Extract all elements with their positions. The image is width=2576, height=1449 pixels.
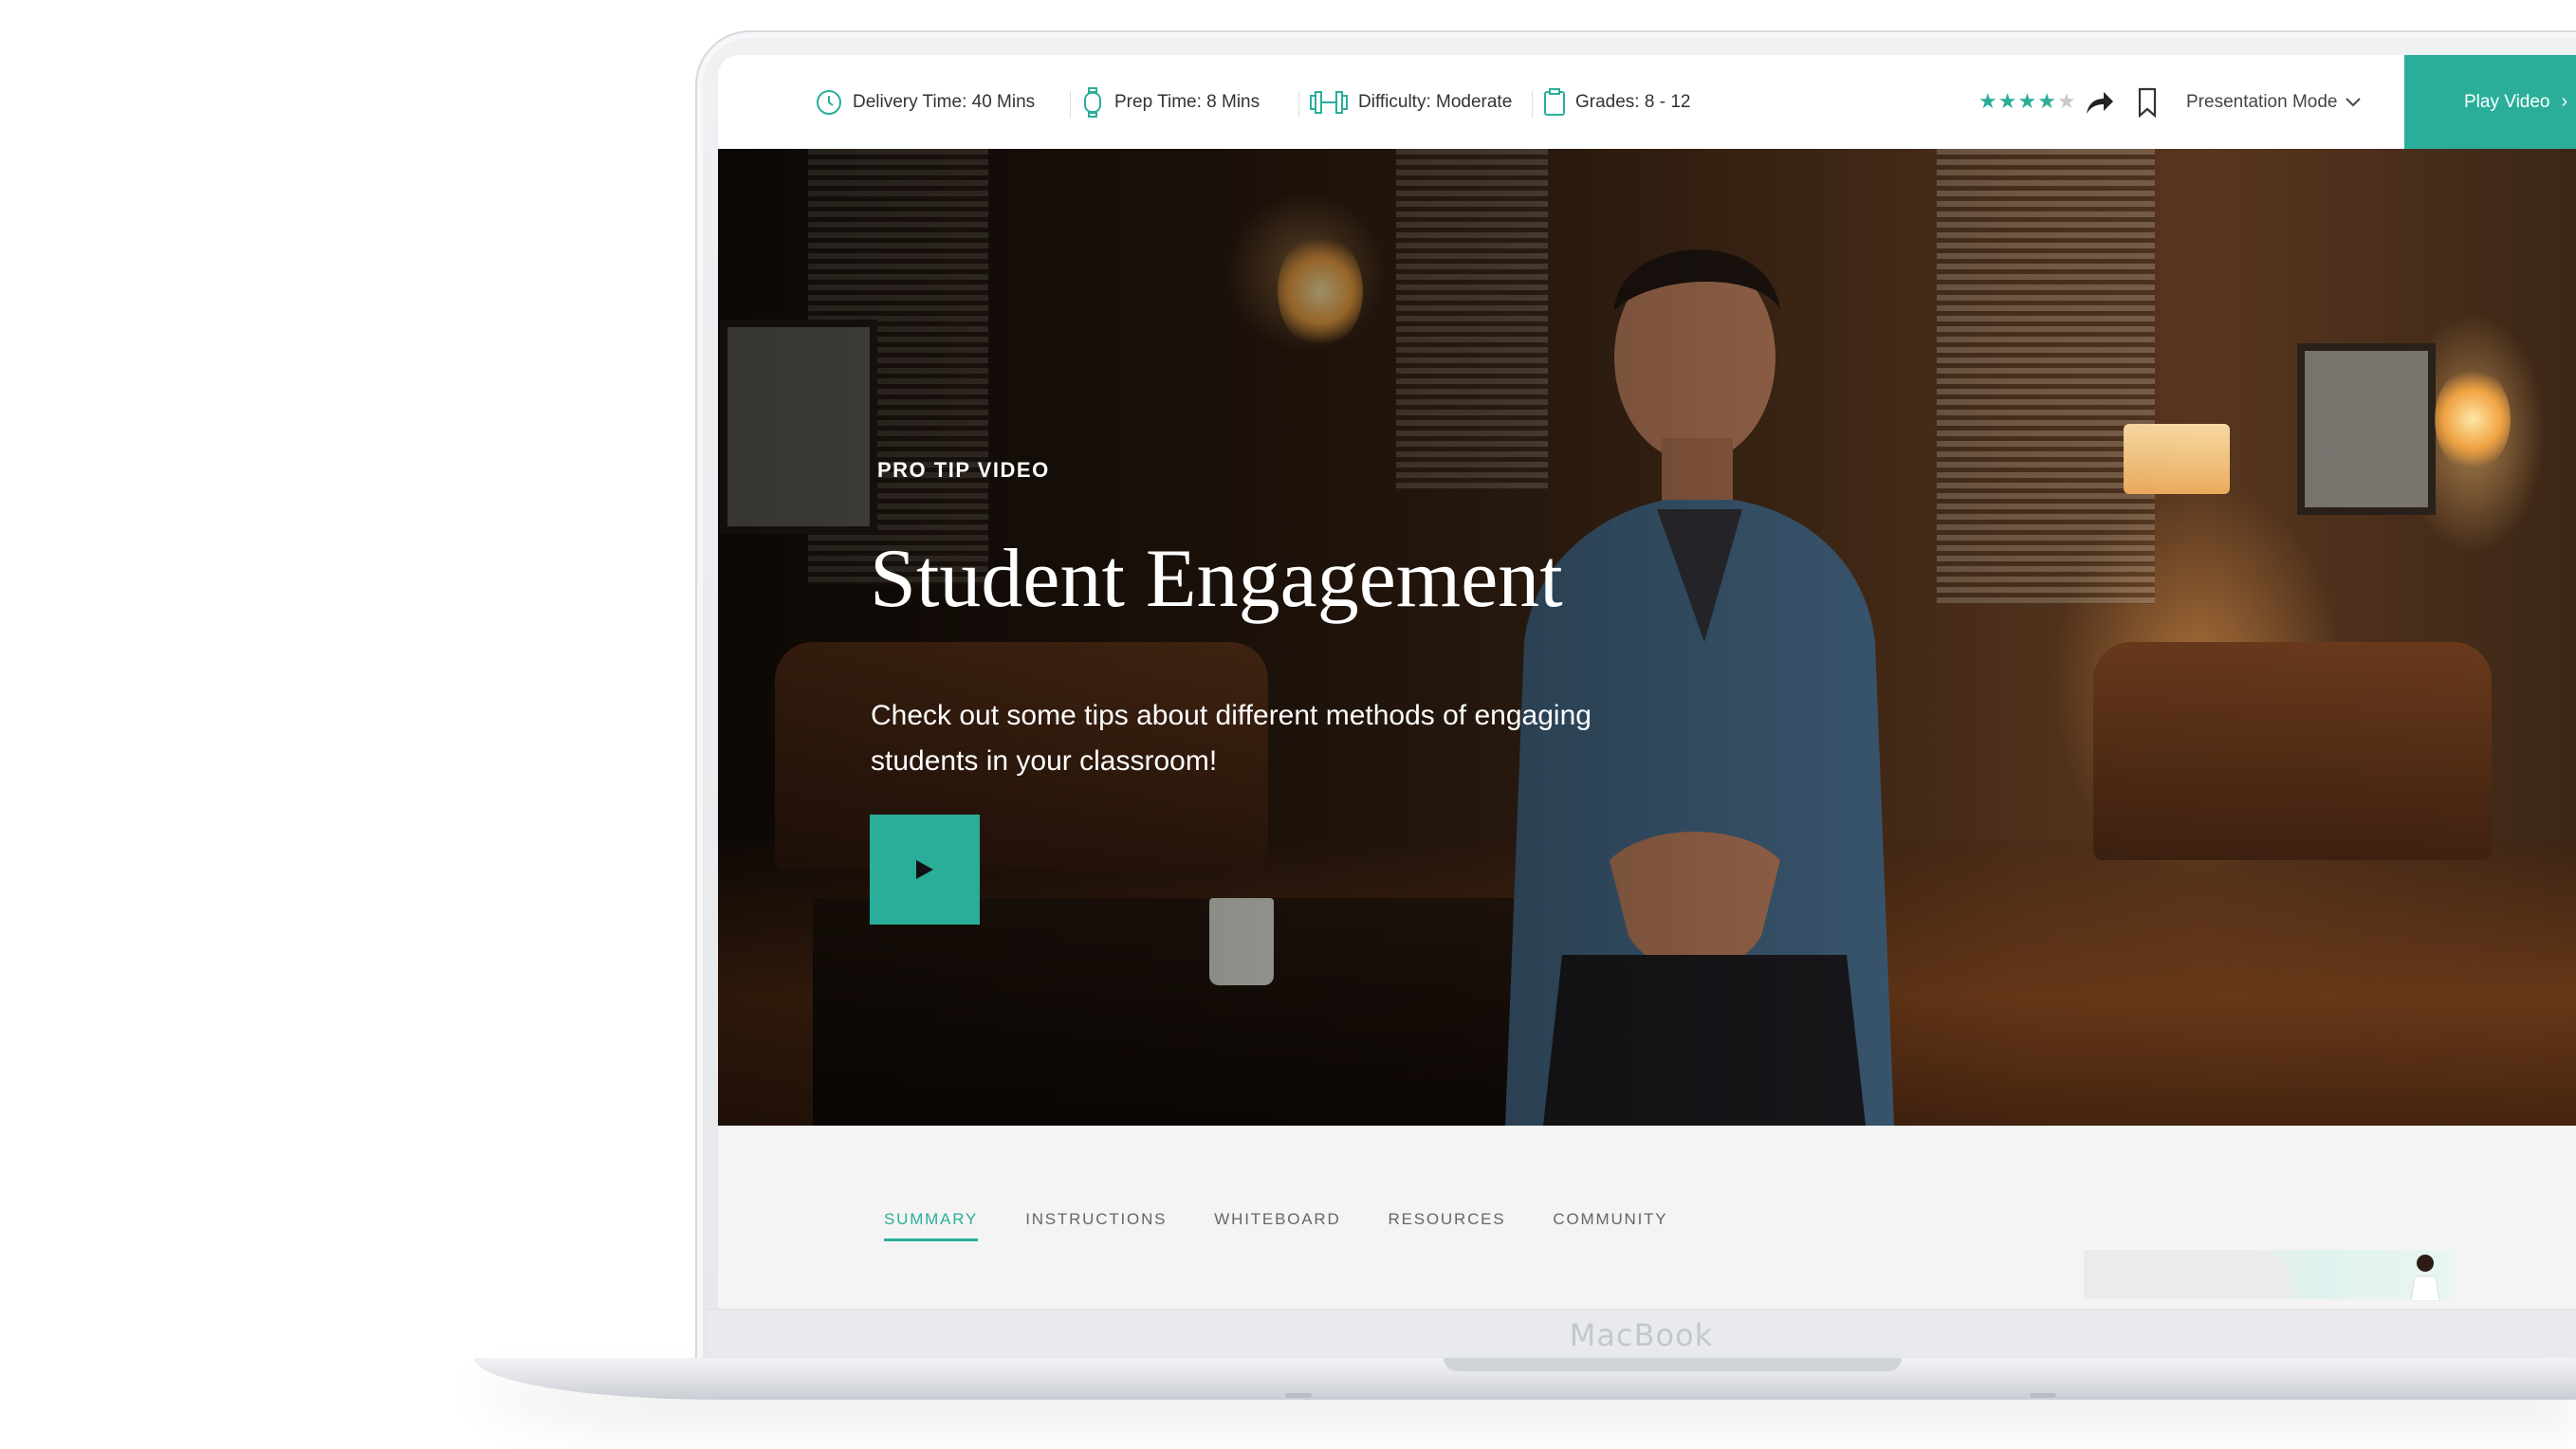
hero-gradient-overlay [718,149,2576,1126]
presentation-mode-label: Presentation Mode [2186,91,2338,112]
illustration-person-icon [2410,1255,2440,1301]
divider [1298,91,1299,118]
grades-label: Grades: 8 - 12 [1575,91,1691,112]
device-brand-label: MacBook [1569,1317,1714,1353]
grades: Grades: 8 - 12 [1543,55,1690,149]
hero-play-button[interactable] [870,815,980,925]
share-icon[interactable] [2085,89,2115,120]
dumbbell-icon [1309,88,1349,117]
chevron-right-icon: › [2561,91,2568,112]
star-empty-icon: ★ [2056,89,2076,113]
laptop-foot [1285,1393,1312,1398]
difficulty: Difficulty: Moderate [1309,55,1512,149]
delivery-time: Delivery Time: 40 Mins [815,55,1035,149]
play-video-label: Play Video [2464,91,2550,112]
divider [1532,91,1533,118]
hero-title: Student Engagement [870,533,1563,625]
hero-video-banner[interactable]: PRO TIP VIDEO Student Engagement Check o… [718,149,2576,1126]
star-icon: ★ [2017,89,2037,113]
difficulty-label: Difficulty: Moderate [1358,91,1513,112]
stopwatch-icon [1080,86,1105,118]
play-icon [916,860,933,879]
tab-instructions[interactable]: INSTRUCTIONS [1025,1210,1167,1241]
star-icon: ★ [1997,89,2017,113]
delivery-time-label: Delivery Time: 40 Mins [853,91,1036,112]
clipboard-icon [1543,87,1566,117]
hero-eyebrow: PRO TIP VIDEO [877,458,1050,482]
divider [1070,91,1071,118]
tab-resources[interactable]: RESOURCES [1389,1210,1506,1241]
lesson-meta-bar: Delivery Time: 40 Mins Prep Time: 8 Mins… [718,55,2576,150]
tab-community[interactable]: COMMUNITY [1553,1210,1667,1241]
rating-stars[interactable]: ★ ★ ★ ★ ★ [1978,89,2076,114]
laptop-foot [2030,1393,2056,1398]
star-icon: ★ [2037,89,2056,113]
play-video-button[interactable]: Play Video › [2404,55,2576,149]
tab-summary[interactable]: SUMMARY [884,1210,979,1241]
presentation-mode-dropdown[interactable]: Presentation Mode [2186,55,2361,149]
hero-subtitle: Check out some tips about different meth… [871,700,1592,777]
app-screen: Delivery Time: 40 Mins Prep Time: 8 Mins… [718,55,2576,1309]
chevron-down-icon [2345,97,2361,106]
laptop-notch [1444,1358,1902,1371]
bookmark-icon[interactable] [2138,87,2157,122]
star-icon: ★ [1978,89,1997,113]
prep-time-label: Prep Time: 8 Mins [1114,91,1260,112]
lesson-tabs: SUMMARY INSTRUCTIONS WHITEBOARD RESOURCE… [884,1210,1667,1241]
tab-whiteboard[interactable]: WHITEBOARD [1214,1210,1340,1241]
illustration-shape [2084,1250,2292,1299]
laptop-chin: MacBook [707,1309,2576,1359]
clock-icon [815,88,843,117]
prep-time: Prep Time: 8 Mins [1080,55,1260,149]
